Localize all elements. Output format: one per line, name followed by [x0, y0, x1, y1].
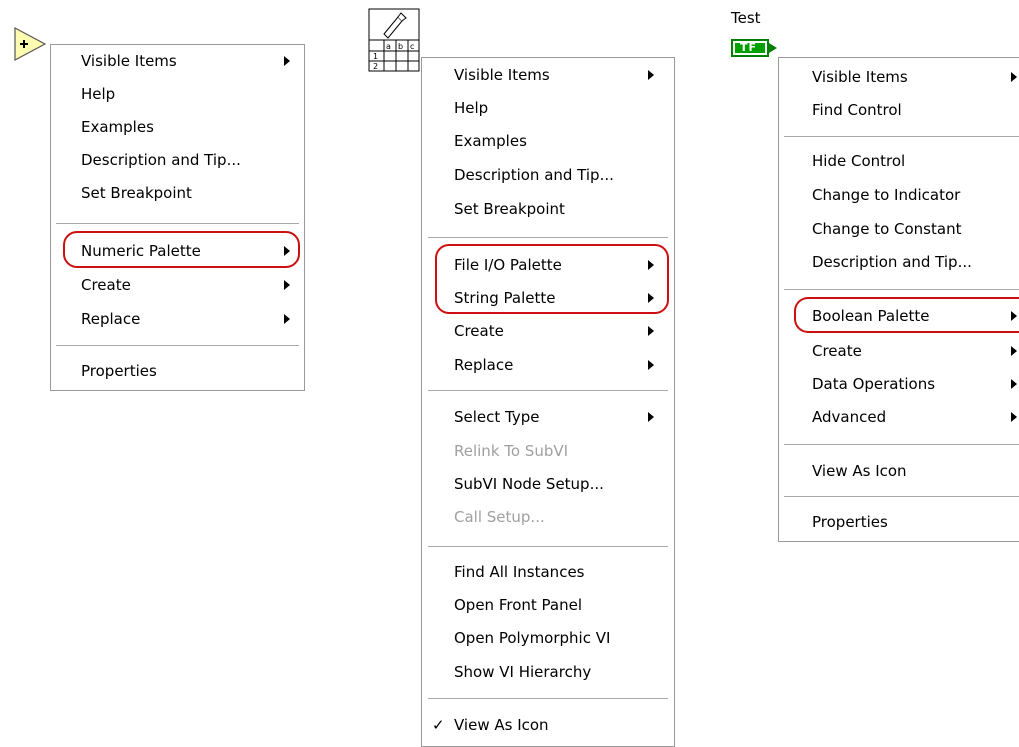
menu-item-examples[interactable]: Examples: [51, 111, 304, 144]
polymorphic-subvi-icon[interactable]: a b c 1 2: [368, 8, 420, 72]
svg-text:c: c: [410, 42, 414, 51]
menu-item-help[interactable]: Help: [51, 78, 304, 111]
menu-separator: [428, 698, 668, 699]
submenu-arrow-icon: [1011, 311, 1017, 321]
context-menu-numeric: Visible Items Help Examples Description …: [50, 44, 305, 391]
menu-item-show-vi-hierarchy[interactable]: Show VI Hierarchy: [422, 656, 674, 689]
submenu-arrow-icon: [648, 412, 654, 422]
menu-item-string-palette[interactable]: String Palette: [422, 282, 674, 315]
menu-item-change-to-constant[interactable]: Change to Constant: [779, 213, 1019, 246]
menu-item-visible-items[interactable]: Visible Items: [51, 45, 304, 78]
submenu-arrow-icon: [648, 70, 654, 80]
menu-item-properties[interactable]: Properties: [779, 506, 1019, 539]
menu-item-create[interactable]: Create: [422, 315, 674, 348]
svg-text:b: b: [398, 42, 403, 51]
submenu-arrow-icon: [1011, 346, 1017, 356]
context-menu-subvi: Visible Items Help Examples Description …: [421, 57, 675, 747]
menu-item-change-to-indicator[interactable]: Change to Indicator: [779, 179, 1019, 212]
menu-item-relink-to-subvi: Relink To SubVI: [454, 442, 569, 460]
submenu-arrow-icon: [284, 246, 290, 256]
menu-item-boolean-palette[interactable]: Boolean Palette: [779, 300, 1019, 333]
context-menu-boolean: Visible Items Find Control Hide Control …: [778, 57, 1019, 542]
boolean-terminal-icon[interactable]: TF: [731, 39, 779, 57]
menu-item-help[interactable]: Help: [422, 92, 674, 125]
submenu-arrow-icon: [284, 314, 290, 324]
menu-item-replace[interactable]: Replace: [422, 349, 674, 382]
menu-item-description-and-tip[interactable]: Description and Tip...: [51, 144, 304, 177]
menu-item-set-breakpoint[interactable]: Set Breakpoint: [51, 177, 304, 210]
menu-separator: [56, 345, 299, 346]
submenu-arrow-icon: [284, 56, 290, 66]
submenu-arrow-icon: [648, 260, 654, 270]
menu-item-hide-control[interactable]: Hide Control: [779, 145, 1019, 178]
control-label: Test: [731, 9, 761, 27]
menu-item-file-io-palette[interactable]: File I/O Palette: [422, 249, 674, 282]
submenu-arrow-icon: [648, 360, 654, 370]
checkmark-icon: ✓: [432, 716, 445, 734]
menu-item-replace[interactable]: Replace: [51, 303, 304, 336]
menu-item-visible-items[interactable]: Visible Items: [422, 59, 674, 92]
submenu-arrow-icon: [648, 326, 654, 336]
menu-item-call-setup: Call Setup...: [454, 508, 545, 526]
menu-separator: [428, 546, 668, 547]
menu-item-view-as-icon[interactable]: View As Icon: [779, 455, 1019, 488]
menu-item-description-and-tip[interactable]: Description and Tip...: [422, 159, 674, 192]
menu-separator: [784, 496, 1019, 497]
menu-item-create[interactable]: Create: [51, 269, 304, 302]
menu-separator: [784, 289, 1019, 290]
submenu-arrow-icon: [1011, 72, 1017, 82]
svg-text:2: 2: [373, 62, 378, 71]
menu-separator: [784, 136, 1019, 137]
menu-separator: [428, 390, 668, 391]
menu-item-view-as-icon[interactable]: ✓ View As Icon: [422, 709, 674, 742]
menu-item-properties[interactable]: Properties: [51, 355, 304, 388]
menu-item-examples[interactable]: Examples: [422, 125, 674, 158]
menu-item-visible-items[interactable]: Visible Items: [779, 61, 1019, 94]
submenu-arrow-icon: [1011, 379, 1017, 389]
add-function-icon[interactable]: [14, 27, 46, 61]
submenu-arrow-icon: [1011, 412, 1017, 422]
menu-item-numeric-palette[interactable]: Numeric Palette: [51, 235, 304, 268]
terminal-text: TF: [740, 41, 758, 54]
menu-item-find-control[interactable]: Find Control: [779, 94, 1019, 127]
submenu-arrow-icon: [284, 280, 290, 290]
menu-separator: [784, 444, 1019, 445]
menu-item-open-front-panel[interactable]: Open Front Panel: [422, 589, 674, 622]
menu-item-open-polymorphic-vi[interactable]: Open Polymorphic VI: [422, 622, 674, 655]
menu-item-select-type[interactable]: Select Type: [422, 401, 674, 434]
menu-separator: [56, 223, 299, 224]
menu-item-subvi-node-setup[interactable]: SubVI Node Setup...: [422, 468, 674, 501]
menu-item-create[interactable]: Create: [779, 335, 1019, 368]
menu-item-find-all-instances[interactable]: Find All Instances: [422, 556, 674, 589]
menu-item-data-operations[interactable]: Data Operations: [779, 368, 1019, 401]
svg-text:1: 1: [373, 52, 378, 61]
menu-separator: [428, 237, 668, 238]
svg-text:a: a: [386, 42, 391, 51]
submenu-arrow-icon: [648, 293, 654, 303]
menu-item-advanced[interactable]: Advanced: [779, 401, 1019, 434]
menu-item-description-and-tip[interactable]: Description and Tip...: [779, 246, 1019, 279]
menu-item-set-breakpoint[interactable]: Set Breakpoint: [422, 193, 674, 226]
